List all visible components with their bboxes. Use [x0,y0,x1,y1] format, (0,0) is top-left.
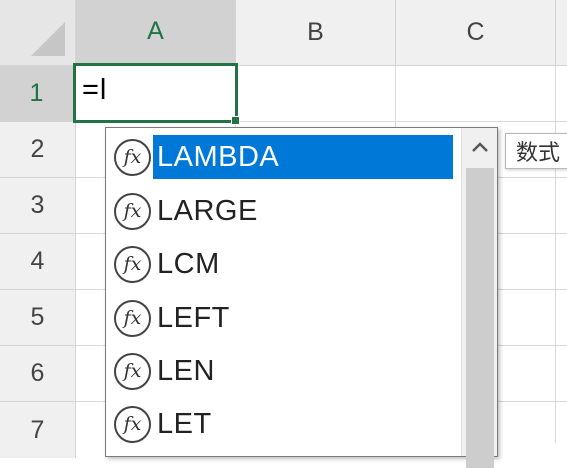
column-header-a[interactable]: A [76,0,236,66]
function-icon: fx [114,245,151,283]
autocomplete-item-large[interactable]: fx LARGE [114,184,460,238]
function-icon: fx [114,299,151,337]
column-header-d[interactable] [556,0,567,66]
scrollbar-thumb[interactable] [466,168,494,468]
autocomplete-item-label: LEN [157,354,215,387]
autocomplete-item-lambda[interactable]: fx LAMBDA [114,130,460,184]
function-icon: fx [114,405,151,443]
row-header-2[interactable]: 2 [0,122,76,178]
select-all-triangle [31,22,65,56]
function-icon: fx [114,352,151,390]
gridline-col-d [555,66,556,443]
autocomplete-scrollbar[interactable] [461,128,498,468]
function-autocomplete-list[interactable]: fx LAMBDA fx LARGE fx LCM fx LEFT fx LEN… [105,127,498,468]
autocomplete-item-left[interactable]: fx LEFT [114,291,460,345]
row-header-7[interactable]: 7 [0,402,76,458]
scroll-up-arrow-icon[interactable] [462,128,498,166]
autocomplete-item-label: LET [157,407,212,440]
autocomplete-item-label: LAMBDA [153,135,453,179]
row-header-4[interactable]: 4 [0,234,76,290]
fill-handle[interactable] [231,116,240,125]
autocomplete-item-label: LEFT [157,301,230,334]
row-header-3[interactable]: 3 [0,178,76,234]
autocomplete-item-lcm[interactable]: fx LCM [114,237,460,291]
row-header-6[interactable]: 6 [0,346,76,402]
column-header-b[interactable]: B [236,0,396,66]
column-header-c[interactable]: C [396,0,556,66]
autocomplete-item-label: LARGE [157,194,258,227]
function-icon: fx [114,138,151,176]
cell-input-text[interactable]: =l [82,74,107,107]
row-header-5[interactable]: 5 [0,290,76,346]
row-header-1[interactable]: 1 [0,66,76,122]
select-all-corner[interactable] [0,0,76,66]
autocomplete-item-label: LCM [157,247,220,280]
function-icon: fx [114,192,151,230]
function-tooltip: 数式 [505,133,567,169]
autocomplete-item-len[interactable]: fx LEN [114,344,460,398]
